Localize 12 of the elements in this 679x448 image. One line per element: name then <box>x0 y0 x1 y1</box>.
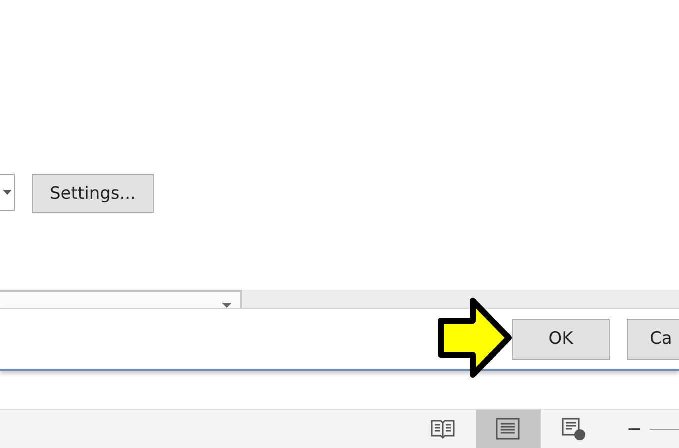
page-lines-icon <box>496 418 520 440</box>
view-button[interactable] <box>476 410 542 448</box>
cancel-button[interactable]: Ca <box>627 318 679 360</box>
web-page-icon <box>561 417 588 441</box>
arrow-icon <box>437 297 513 379</box>
settings-button[interactable]: Settings... <box>32 174 154 213</box>
zoom-out-button[interactable]: − <box>626 418 642 440</box>
dropdown[interactable] <box>0 174 15 211</box>
caret-icon <box>222 303 232 308</box>
ok-button[interactable]: OK <box>512 318 610 360</box>
book-icon <box>430 418 456 440</box>
caret-icon <box>2 190 12 195</box>
